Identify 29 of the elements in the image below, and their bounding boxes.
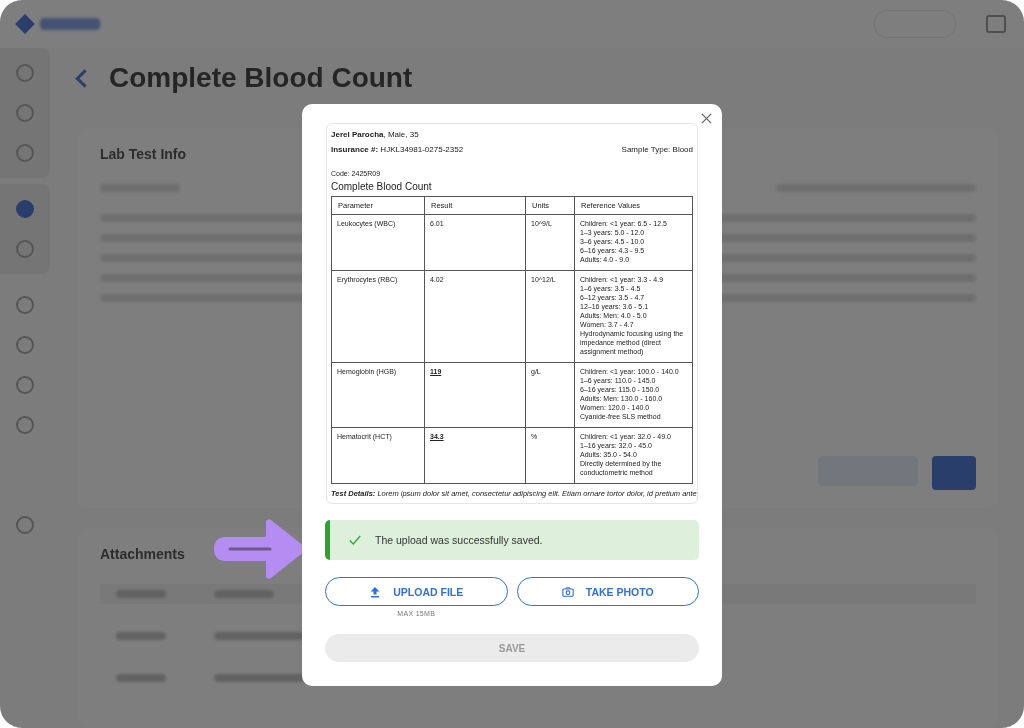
sidebar-icon[interactable] [16, 516, 34, 534]
section-title: Attachments [100, 546, 185, 562]
blurred-text [116, 674, 166, 682]
insurance-number: Insurance #: HJKL34981-0275-2352 [331, 145, 464, 154]
sidebar-icon[interactable] [16, 336, 34, 354]
check-icon [348, 534, 362, 546]
alert-message: The upload was successfully saved. [375, 534, 543, 546]
sample-type: Sample Type: Blood [621, 145, 693, 154]
sidebar-icon[interactable] [16, 144, 34, 162]
sidebar-icon[interactable] [16, 64, 34, 82]
sidebar-icon[interactable] [16, 240, 34, 258]
camera-icon [561, 585, 574, 598]
document-title: Complete Blood Count [331, 181, 433, 192]
section-title: Lab Test Info [100, 146, 187, 162]
sidebar-icon[interactable] [16, 416, 34, 434]
upload-file-button[interactable]: UPLOAD FILE [325, 577, 508, 606]
upload-icon [369, 585, 382, 598]
sidebar-icon[interactable] [16, 376, 34, 394]
blurred-button[interactable] [932, 456, 976, 490]
sidebar-icon[interactable] [16, 104, 34, 122]
take-photo-button[interactable]: TAKE PHOTO [516, 577, 699, 606]
logout-icon[interactable] [986, 15, 1006, 33]
blurred-text [116, 632, 166, 640]
page-title: Complete Blood Count [109, 62, 413, 94]
sidebar-icon[interactable] [16, 200, 34, 218]
patient-info: Jerel Parocha, Male, 35 [331, 130, 420, 139]
blurred-logo-text [40, 18, 100, 30]
sidebar-icon[interactable] [16, 296, 34, 314]
close-icon[interactable] [701, 113, 712, 124]
